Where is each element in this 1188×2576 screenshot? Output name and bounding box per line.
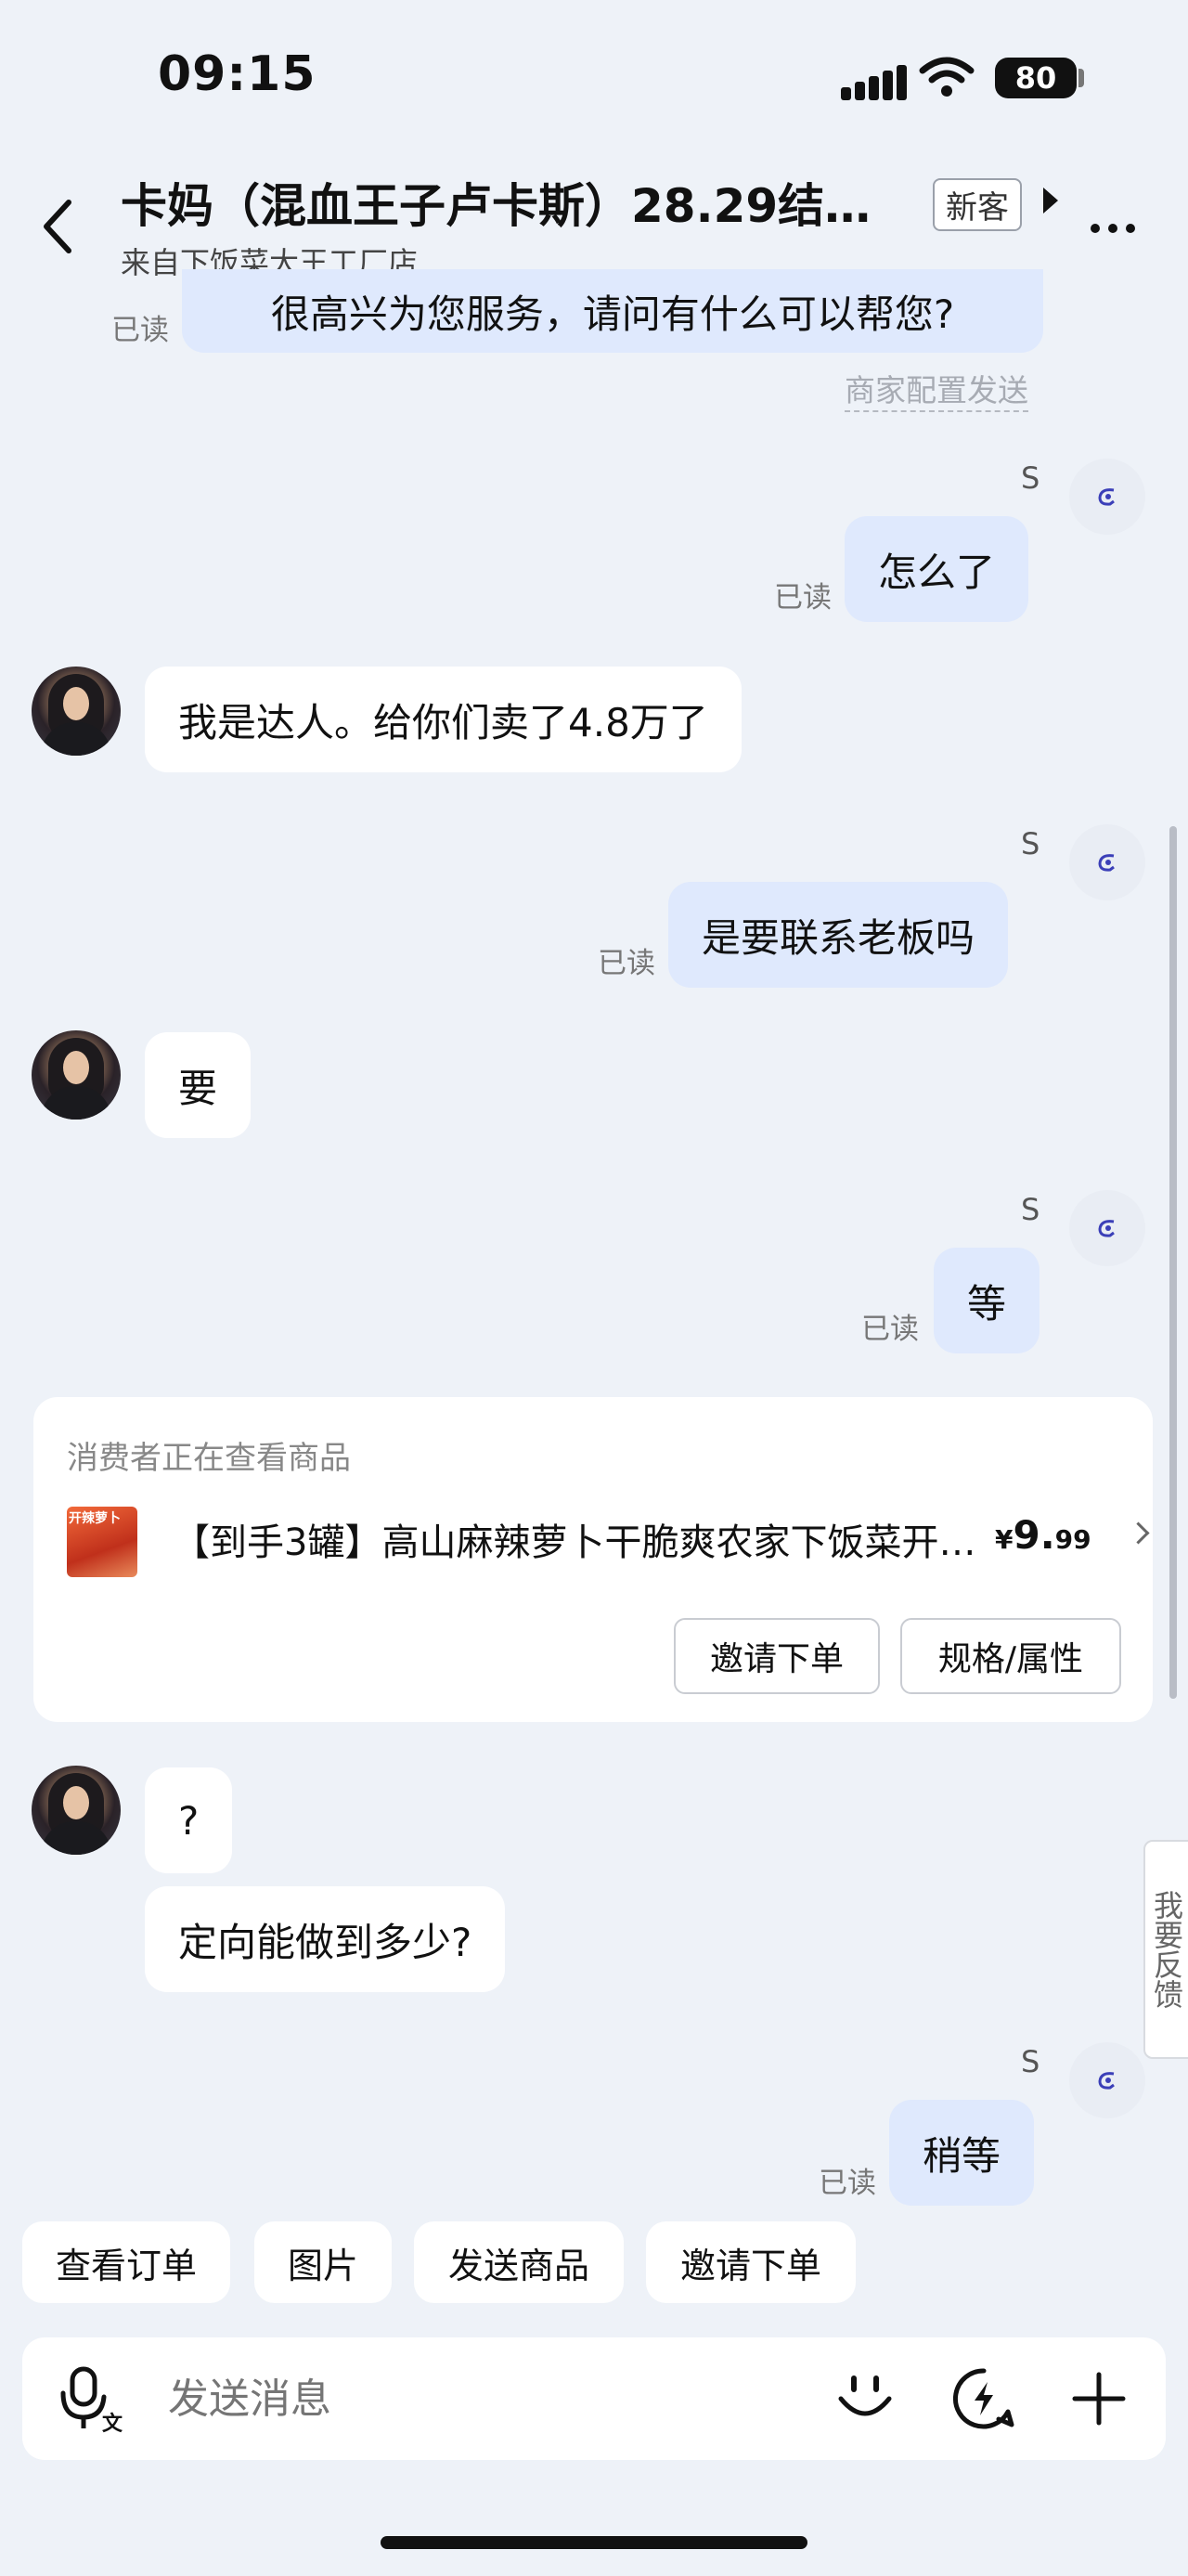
read-status: 已读 xyxy=(598,947,655,980)
agent-logo-icon xyxy=(1098,1220,1115,1237)
plus-icon[interactable] xyxy=(1071,2371,1127,2427)
read-status: 已读 xyxy=(819,2167,876,2200)
quick-reply-lightning-icon[interactable] xyxy=(952,2367,1015,2430)
product-viewing-card[interactable]: 消费者正在查看商品 开辣萝卜 【到手3罐】高山麻辣萝卜干脆爽农家下饭菜开胃小菜 … xyxy=(33,1397,1153,1722)
quick-action-invite-order[interactable]: 邀请下单 xyxy=(646,2221,856,2303)
user-avatar[interactable] xyxy=(32,1766,121,1855)
quick-action-view-orders[interactable]: 查看订单 xyxy=(22,2221,230,2303)
chat-scrollbar[interactable] xyxy=(1169,826,1177,1699)
quick-action-send-product[interactable]: 发送商品 xyxy=(414,2221,624,2303)
user-avatar[interactable] xyxy=(32,1030,121,1120)
battery-indicator: 80 xyxy=(995,58,1077,98)
agent-logo-icon xyxy=(1098,2072,1115,2090)
agent-logo-icon xyxy=(1098,488,1115,506)
chat-title[interactable]: 卡妈（混血王子卢卡斯）28.29结束卡妈 xyxy=(121,169,910,236)
invite-order-button[interactable]: 邀请下单 xyxy=(674,1618,880,1694)
agent-avatar xyxy=(1069,2042,1145,2118)
status-time: 09:15 xyxy=(158,46,316,102)
message-input[interactable] xyxy=(166,2375,820,2424)
message-bubble-sent[interactable]: 稍等 xyxy=(889,2100,1035,2206)
sender-label: S xyxy=(1021,826,1040,861)
more-options-icon[interactable] xyxy=(1091,219,1143,237)
quick-action-image[interactable]: 图片 xyxy=(254,2221,392,2303)
feedback-tab[interactable]: 我要反馈 xyxy=(1143,1840,1188,2059)
price-currency: ¥ xyxy=(995,1524,1014,1555)
message-bubble-received[interactable]: 要 xyxy=(145,1032,252,1138)
card-header: 消费者正在查看商品 xyxy=(67,1440,351,1477)
sender-label: S xyxy=(1021,2044,1040,2079)
user-avatar[interactable] xyxy=(32,667,121,756)
agent-avatar xyxy=(1069,824,1145,900)
signal-icon xyxy=(841,63,907,100)
new-customer-badge: 新客 xyxy=(933,178,1022,231)
back-arrow-icon[interactable] xyxy=(37,197,78,256)
read-status: 已读 xyxy=(861,1313,919,1346)
spec-attribute-button[interactable]: 规格/属性 xyxy=(900,1618,1121,1694)
emoji-icon[interactable] xyxy=(835,2371,895,2430)
message-bubble-received[interactable]: 定向能做到多少? xyxy=(145,1886,506,1992)
sender-label: S xyxy=(1021,1192,1040,1227)
sender-label: S xyxy=(1021,460,1040,496)
message-bubble-received[interactable]: 我是达人。给你们卖了4.8万了 xyxy=(145,667,742,772)
chevron-right-icon[interactable] xyxy=(1127,1521,1150,1545)
price-integer: 9. xyxy=(1013,1512,1055,1558)
product-name[interactable]: 【到手3罐】高山麻辣萝卜干脆爽农家下饭菜开胃小菜 xyxy=(173,1512,994,1566)
agent-avatar xyxy=(1069,459,1145,535)
product-price: ¥9.99 xyxy=(995,1512,1091,1558)
thumbnail-brand-text: 开辣萝卜 xyxy=(69,1511,121,1526)
product-thumbnail[interactable]: 开辣萝卜 xyxy=(67,1507,137,1577)
read-status: 已读 xyxy=(111,314,169,347)
agent-avatar xyxy=(1069,1190,1145,1266)
read-status: 已读 xyxy=(774,581,832,615)
message-bubble-sent[interactable]: 等 xyxy=(934,1248,1040,1353)
svg-text:文: 文 xyxy=(102,2412,123,2434)
message-bubble-sent[interactable]: 是要联系老板吗 xyxy=(668,882,1009,988)
home-indicator xyxy=(381,2536,807,2549)
message-bubble-sent[interactable]: 很高兴为您服务，请问有什么可以帮您? xyxy=(182,269,1043,353)
merchant-config-note: 商家配置发送 xyxy=(845,366,1028,412)
message-bubble-received[interactable]: ? xyxy=(145,1767,233,1873)
expand-triangle-icon[interactable] xyxy=(1043,188,1058,214)
message-bubble-sent[interactable]: 怎么了 xyxy=(845,516,1029,622)
message-input-bar: 文 xyxy=(22,2337,1166,2460)
battery-tip xyxy=(1078,69,1084,87)
voice-input-icon[interactable]: 文 xyxy=(59,2365,124,2434)
price-decimal: 99 xyxy=(1054,1524,1091,1555)
wifi-icon xyxy=(919,57,975,97)
agent-logo-icon xyxy=(1098,854,1115,872)
